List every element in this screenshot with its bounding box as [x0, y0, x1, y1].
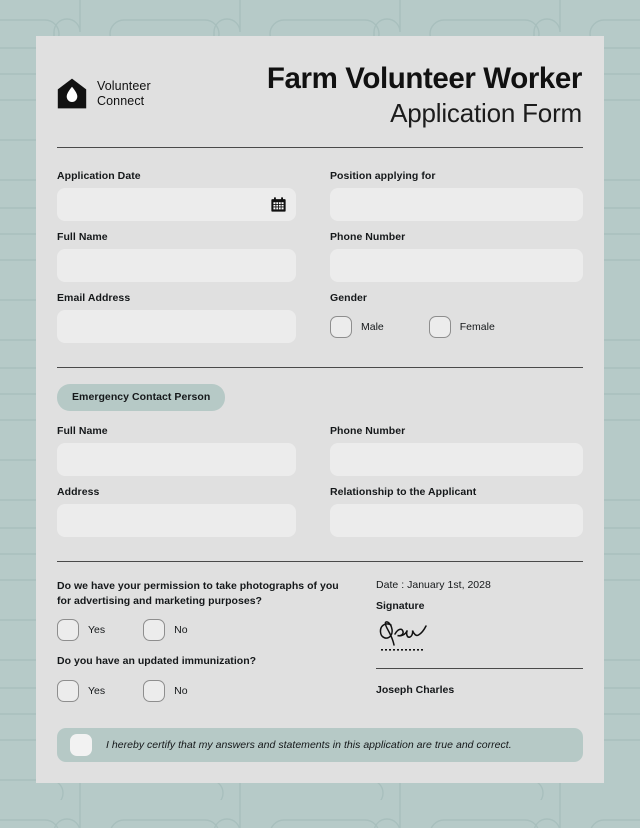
calendar-icon[interactable]: [271, 197, 286, 212]
radio-label-immunization-no: No: [174, 684, 188, 697]
immunization-option-yes[interactable]: Yes: [57, 679, 106, 702]
photographs-option-no[interactable]: No: [143, 619, 188, 641]
question-photographs: Do we have your permission to take photo…: [57, 580, 339, 607]
emergency-section: Full Name Address Phone Number Relations…: [57, 411, 583, 561]
gender-option-female[interactable]: Female: [428, 315, 495, 338]
emergency-phone-input[interactable]: [330, 443, 583, 476]
title-block: Farm Volunteer Worker Application Form: [267, 61, 583, 130]
brand-lockup: Volunteer Connect: [57, 61, 151, 109]
emergency-relationship-input[interactable]: [330, 504, 583, 537]
applicant-section: Application Date Full Name Email Address: [57, 148, 583, 367]
label-position: Position applying for: [330, 170, 436, 182]
phone-number-input[interactable]: [330, 249, 583, 282]
radio-immunization-no[interactable]: [143, 679, 166, 702]
field-emergency-phone: Phone Number: [330, 425, 583, 476]
form-card: Volunteer Connect Farm Volunteer Worker …: [36, 36, 604, 783]
email-address-input[interactable]: [57, 310, 296, 343]
signature-name: Joseph Charles: [376, 684, 455, 696]
radio-label-photographs-no: No: [174, 624, 188, 636]
emergency-left-column: Full Name Address: [57, 425, 296, 547]
radio-photographs-yes[interactable]: [57, 619, 79, 641]
emergency-badge-wrap: Emergency Contact Person: [57, 368, 583, 411]
field-phone-number: Phone Number: [330, 231, 583, 282]
signature-label: Signature: [376, 600, 425, 612]
field-position: Position applying for: [330, 170, 583, 221]
photographs-option-yes[interactable]: Yes: [57, 619, 105, 641]
certification-checkbox[interactable]: [70, 733, 92, 756]
field-emergency-full-name: Full Name: [57, 425, 296, 476]
gender-radio-row: Male Female: [330, 310, 583, 343]
radio-photographs-no[interactable]: [143, 619, 166, 641]
bottom-section: Do we have your permission to take photo…: [57, 562, 583, 715]
field-full-name: Full Name: [57, 231, 296, 282]
label-email-address: Email Address: [57, 292, 131, 304]
house-droplet-icon: [57, 78, 87, 109]
signature-rule: [376, 668, 583, 669]
radio-label-male: Male: [361, 320, 384, 333]
signature-column: Date : January 1st, 2028 Signature Josep…: [376, 579, 583, 715]
radio-label-female: Female: [459, 320, 495, 333]
field-emergency-relationship: Relationship to the Applicant: [330, 486, 583, 537]
label-phone-number: Phone Number: [330, 231, 406, 243]
signature-date: Date : January 1st, 2028: [376, 579, 491, 591]
radio-label-photographs-yes: Yes: [88, 624, 106, 636]
question-immunization: Do you have an updated immunization?: [57, 655, 257, 667]
position-input[interactable]: [330, 188, 583, 221]
label-gender: Gender: [330, 292, 368, 304]
immunization-option-no[interactable]: No: [143, 679, 188, 702]
gender-option-male[interactable]: Male: [330, 315, 384, 338]
label-emergency-full-name: Full Name: [57, 425, 108, 437]
label-emergency-phone: Phone Number: [330, 425, 406, 437]
emergency-full-name-input[interactable]: [57, 443, 296, 476]
full-name-input[interactable]: [57, 249, 296, 282]
application-date-input[interactable]: [57, 188, 296, 221]
applicant-left-column: Application Date Full Name Email Address: [57, 170, 296, 353]
certification-bar[interactable]: I hereby certify that my answers and sta…: [57, 727, 583, 762]
form-header: Volunteer Connect Farm Volunteer Worker …: [57, 36, 583, 144]
page-title: Farm Volunteer Worker: [266, 62, 582, 95]
radio-immunization-yes[interactable]: [57, 679, 79, 702]
label-full-name: Full Name: [57, 231, 108, 243]
question-immunization-options: Yes No: [57, 679, 342, 702]
radio-female[interactable]: [428, 315, 451, 338]
page-subtitle: Application Form: [390, 98, 582, 128]
label-emergency-address: Address: [57, 486, 100, 498]
question-photographs-options: Yes No: [57, 619, 342, 641]
label-emergency-relationship: Relationship to the Applicant: [330, 486, 477, 498]
field-application-date: Application Date: [57, 170, 296, 221]
field-email-address: Email Address: [57, 292, 296, 343]
questions-column: Do we have your permission to take photo…: [57, 579, 342, 715]
field-emergency-address: Address: [57, 486, 296, 537]
field-gender: Gender Male Female: [330, 292, 583, 343]
radio-label-immunization-yes: Yes: [88, 684, 106, 697]
emergency-address-input[interactable]: [57, 504, 296, 537]
emergency-contact-badge: Emergency Contact Person: [57, 384, 226, 411]
certification-text: I hereby certify that my answers and sta…: [106, 738, 512, 751]
handwritten-signature-icon: [379, 621, 427, 651]
brand-name: Volunteer Connect: [97, 78, 151, 108]
radio-male[interactable]: [330, 315, 352, 338]
applicant-right-column: Position applying for Phone Number Gende…: [330, 170, 583, 353]
emergency-right-column: Phone Number Relationship to the Applica…: [330, 425, 583, 547]
label-application-date: Application Date: [57, 170, 141, 182]
